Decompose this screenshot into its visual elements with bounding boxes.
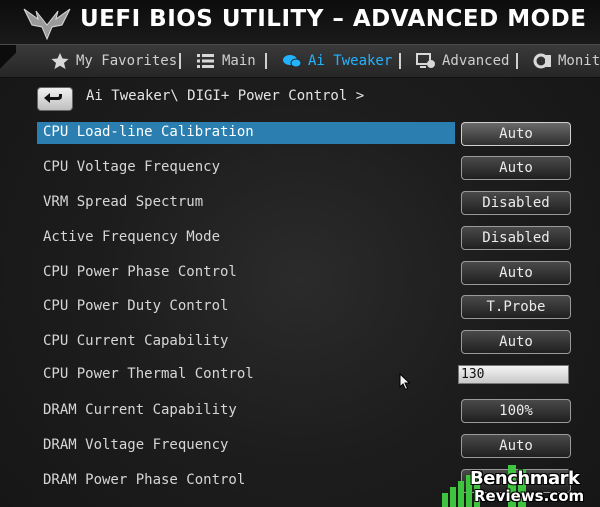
tab-separator	[179, 53, 181, 69]
setting-cpu-power-phase-control[interactable]: CPU Power Phase Control Auto	[37, 261, 577, 287]
advanced-icon	[416, 53, 435, 68]
tuf-eagle-logo	[23, 8, 71, 41]
tab-list: My Favorites Main Ai Tweaker Advanced Mo…	[16, 45, 600, 77]
tab-main[interactable]: Main	[196, 45, 256, 77]
setting-label: Active Frequency Mode	[43, 229, 221, 245]
tab-label: Ai Tweaker	[308, 53, 393, 69]
monitor-icon	[533, 53, 551, 69]
back-arrow-icon	[44, 93, 62, 103]
setting-label: VRM Spread Spectrum	[43, 194, 204, 210]
setting-label: CPU Current Capability	[43, 333, 229, 349]
value-button[interactable]: Auto	[461, 156, 571, 180]
tab-separator	[399, 53, 401, 69]
value-button[interactable]: Auto	[461, 434, 571, 458]
benchmark-reviews-watermark: Benchmark Reviews.com	[436, 461, 600, 507]
value-button[interactable]: Auto	[461, 330, 571, 354]
setting-label: DRAM Power Phase Control	[43, 472, 246, 488]
ai-tweaker-icon	[283, 55, 302, 68]
tab-ai-tweaker[interactable]: Ai Tweaker	[282, 45, 392, 77]
page-title: UEFI BIOS UTILITY – ADVANCED MODE	[80, 6, 587, 32]
setting-label: CPU Power Phase Control	[43, 264, 237, 280]
star-icon	[51, 53, 69, 69]
list-icon	[197, 54, 214, 68]
value-button[interactable]: Disabled	[461, 226, 571, 250]
tab-label: Advanced	[442, 53, 510, 69]
tab-advanced[interactable]: Advanced	[416, 45, 509, 77]
setting-label: DRAM Voltage Frequency	[43, 437, 229, 453]
value-button[interactable]: T.Probe	[461, 295, 571, 319]
value-button[interactable]: 100%	[461, 399, 571, 423]
back-button[interactable]	[37, 87, 73, 111]
setting-label: CPU Load-line Calibration	[43, 124, 254, 140]
tab-bar: My Favorites Main Ai Tweaker Advanced Mo…	[0, 44, 600, 78]
watermark-line1: Benchmark	[470, 468, 580, 489]
mouse-cursor-icon	[399, 373, 411, 391]
setting-label: DRAM Current Capability	[43, 402, 237, 418]
setting-cpu-voltage-frequency[interactable]: CPU Voltage Frequency Auto	[37, 156, 577, 182]
setting-label: CPU Power Duty Control	[43, 298, 229, 314]
setting-dram-current-capability[interactable]: DRAM Current Capability 100%	[37, 399, 577, 425]
bios-window: UEFI BIOS UTILITY – ADVANCED MODE My Fav…	[0, 0, 600, 507]
setting-cpu-current-capability[interactable]: CPU Current Capability Auto	[37, 330, 577, 356]
setting-label: CPU Power Thermal Control	[43, 366, 254, 382]
tab-label: Main	[222, 53, 256, 69]
breadcrumb: Ai Tweaker\ DIGI+ Power Control >	[86, 88, 365, 104]
setting-dram-voltage-frequency[interactable]: DRAM Voltage Frequency Auto	[37, 434, 577, 460]
tab-my-favorites[interactable]: My Favorites	[50, 45, 177, 77]
setting-label: CPU Voltage Frequency	[43, 159, 221, 175]
tab-label: My Favorites	[76, 53, 178, 69]
tab-separator	[265, 53, 267, 69]
tab-monitor[interactable]: Monitor	[532, 45, 600, 77]
setting-cpu-load-line-calibration[interactable]: CPU Load-line Calibration Auto	[37, 122, 577, 148]
setting-cpu-power-thermal-control[interactable]: CPU Power Thermal Control 130	[37, 363, 577, 389]
watermark-line2: Reviews.com	[474, 487, 585, 505]
setting-cpu-power-duty-control[interactable]: CPU Power Duty Control T.Probe	[37, 295, 577, 321]
tab-bar-bevel	[0, 45, 16, 77]
value-button[interactable]: Auto	[461, 122, 571, 146]
value-input[interactable]: 130	[458, 365, 569, 384]
header-bar: UEFI BIOS UTILITY – ADVANCED MODE	[0, 0, 600, 44]
value-button[interactable]: Auto	[461, 261, 571, 285]
value-button[interactable]: Disabled	[461, 191, 571, 215]
setting-vrm-spread-spectrum[interactable]: VRM Spread Spectrum Disabled	[37, 191, 577, 217]
setting-active-frequency-mode[interactable]: Active Frequency Mode Disabled	[37, 226, 577, 252]
tab-label: Monitor	[558, 53, 600, 69]
tab-separator	[516, 53, 518, 69]
